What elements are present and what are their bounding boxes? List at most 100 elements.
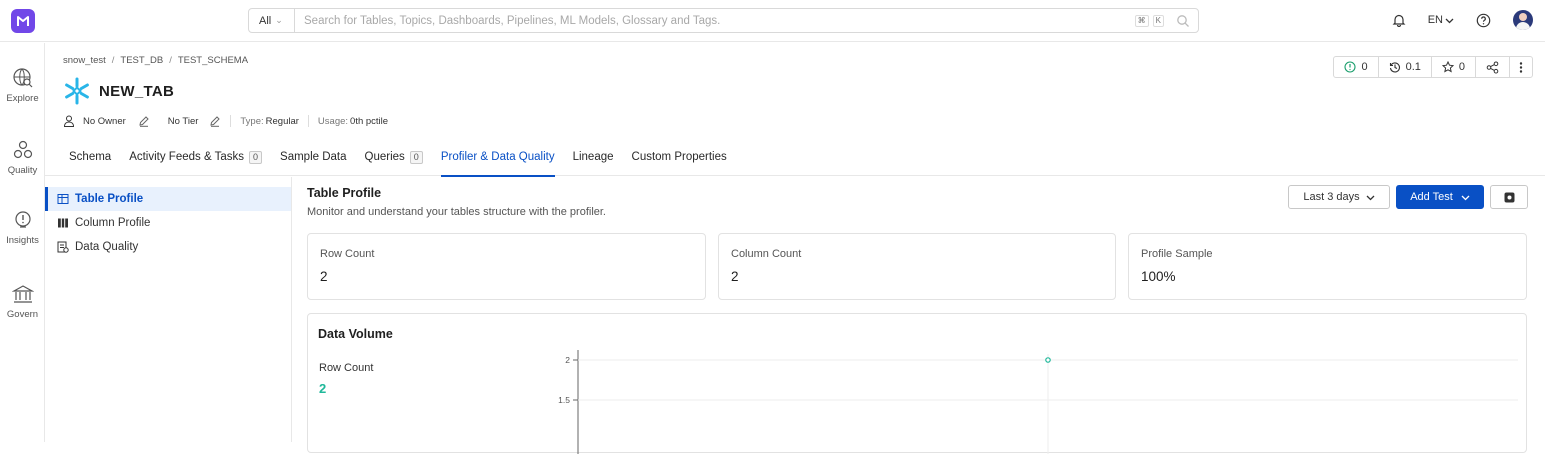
date-range-value: Last 3 days: [1303, 191, 1360, 203]
nav-label-quality: Quality: [7, 165, 38, 176]
sidebar-item-table-profile[interactable]: Table Profile: [45, 187, 291, 211]
meta-divider: [307, 115, 309, 127]
search-input[interactable]: Search for Tables, Topics, Dashboards, P…: [295, 15, 1135, 27]
edit-owner-icon[interactable]: [138, 115, 150, 127]
star-icon: [1441, 61, 1454, 73]
notification-bell-icon[interactable]: [1392, 13, 1406, 27]
type-section: Type: Regular: [240, 116, 299, 127]
nav-item-govern[interactable]: Govern: [0, 283, 45, 320]
user-icon: [63, 115, 75, 127]
version-button[interactable]: 0.1: [1379, 57, 1432, 77]
share-button[interactable]: [1476, 57, 1510, 77]
tab-label: Lineage: [572, 151, 614, 163]
sidebar-item-label: Data Quality: [75, 241, 139, 253]
top-bar: All ⌄ Search for Tables, Topics, Dashboa…: [0, 0, 1545, 42]
search-icon[interactable]: [1176, 14, 1190, 28]
card-value: 2: [320, 269, 328, 284]
cmd-key: ⌘: [1134, 14, 1149, 27]
breadcrumb: snow_test / TEST_DB / TEST_SCHEMA: [63, 55, 248, 66]
date-range-select[interactable]: Last 3 days: [1288, 185, 1390, 209]
edit-tier-icon[interactable]: [209, 115, 221, 127]
breadcrumb-item-database[interactable]: TEST_DB: [120, 55, 163, 66]
nav-item-insights[interactable]: Insights: [0, 209, 45, 246]
history-icon: [1389, 62, 1400, 73]
search-filter-select[interactable]: All ⌄: [249, 9, 295, 32]
add-test-button[interactable]: Add Test: [1396, 185, 1484, 209]
chevron-down-icon: [1461, 195, 1470, 200]
language-value: EN: [1427, 14, 1443, 26]
card-value: 2: [731, 269, 739, 284]
search-filter-value: All: [259, 14, 272, 27]
entity-tabs: Schema Activity Feeds & Tasks 0 Sample Da…: [45, 147, 1545, 177]
tab-count: 0: [409, 151, 423, 164]
task-icon: [1344, 61, 1357, 73]
more-vertical-icon: [1519, 61, 1523, 73]
global-search: All ⌄ Search for Tables, Topics, Dashboa…: [248, 8, 1199, 33]
data-volume-card: Data Volume Row Count 2 2 1.5: [307, 313, 1527, 454]
tasks-count: 0: [1361, 61, 1368, 73]
tab-activity-feeds[interactable]: Activity Feeds & Tasks 0: [120, 147, 271, 176]
tab-custom-properties[interactable]: Custom Properties: [623, 147, 736, 176]
sidebar-item-column-profile[interactable]: Column Profile: [45, 211, 291, 235]
tab-profiler-data-quality[interactable]: Profiler & Data Quality: [432, 147, 564, 177]
star-count: 0: [1458, 61, 1465, 73]
nav-label-govern: Govern: [6, 309, 39, 320]
tab-label: Queries: [364, 151, 405, 163]
tab-label: Schema: [69, 151, 112, 163]
meta-divider: [230, 115, 232, 127]
chevron-down-icon: ⌄: [275, 15, 283, 25]
breadcrumb-item-schema[interactable]: TEST_SCHEMA: [178, 55, 248, 66]
panel-title: Table Profile: [307, 186, 382, 200]
tab-lineage[interactable]: Lineage: [564, 147, 623, 176]
app-logo-icon[interactable]: [11, 9, 35, 33]
y-tick-label: 2: [565, 355, 570, 365]
entity-name: NEW_TAB: [99, 82, 175, 100]
header-actions: EN: [1392, 10, 1533, 30]
nav-item-explore[interactable]: Explore: [0, 67, 45, 104]
nav-item-quality[interactable]: Quality: [0, 139, 45, 176]
nav-label-explore: Explore: [6, 93, 39, 104]
tasks-button[interactable]: 0: [1334, 57, 1379, 77]
tab-sample-data[interactable]: Sample Data: [271, 147, 355, 176]
column-profile-icon: [58, 218, 68, 228]
add-test-label: Add Test: [1410, 191, 1453, 203]
column-count-card: Column Count 2: [718, 233, 1116, 300]
data-point: [1045, 357, 1051, 363]
row-count-card: Row Count 2: [307, 233, 706, 300]
sidebar-item-label: Column Profile: [75, 217, 151, 229]
snowflake-icon: [65, 77, 89, 105]
entity-actions: 0 0.1 0: [1333, 56, 1533, 78]
breadcrumb-item-service[interactable]: snow_test: [63, 55, 106, 66]
tab-queries[interactable]: Queries 0: [356, 147, 432, 176]
k-key: K: [1152, 14, 1164, 27]
panel-subtitle: Monitor and understand your tables struc…: [307, 206, 606, 218]
star-button[interactable]: 0: [1432, 57, 1476, 77]
quality-icon: [13, 140, 32, 159]
table-profile-icon: [57, 194, 69, 204]
govern-icon: [11, 285, 34, 303]
profile-sample-card: Profile Sample 100%: [1128, 233, 1527, 300]
tab-schema[interactable]: Schema: [60, 147, 120, 176]
tier-section: No Tier: [168, 115, 222, 127]
chevron-down-icon: [1366, 195, 1375, 200]
keyboard-shortcut: ⌘ K: [1134, 14, 1164, 27]
type-label: Type:: [240, 115, 264, 127]
language-select[interactable]: EN: [1428, 14, 1454, 26]
tab-label: Sample Data: [280, 151, 347, 163]
type-value: Regular: [265, 115, 299, 127]
usage-value: 0th pctile: [350, 115, 389, 127]
user-avatar[interactable]: [1513, 10, 1533, 30]
settings-button[interactable]: [1490, 185, 1528, 209]
more-button[interactable]: [1510, 57, 1532, 77]
entity-header: NEW_TAB: [63, 77, 174, 105]
help-icon[interactable]: [1476, 13, 1491, 28]
breadcrumb-separator: /: [169, 55, 172, 66]
breadcrumb-separator: /: [111, 55, 115, 66]
sidebar-item-data-quality[interactable]: Data Quality: [45, 235, 291, 259]
card-value: 100%: [1141, 269, 1176, 284]
usage-label: Usage:: [317, 115, 349, 127]
profiler-sidebar: Table Profile Column Profile Data Qualit…: [45, 177, 292, 442]
data-quality-icon: [57, 241, 69, 253]
left-nav: Explore Quality Insights Govern: [0, 43, 45, 442]
explore-icon: [12, 68, 32, 88]
